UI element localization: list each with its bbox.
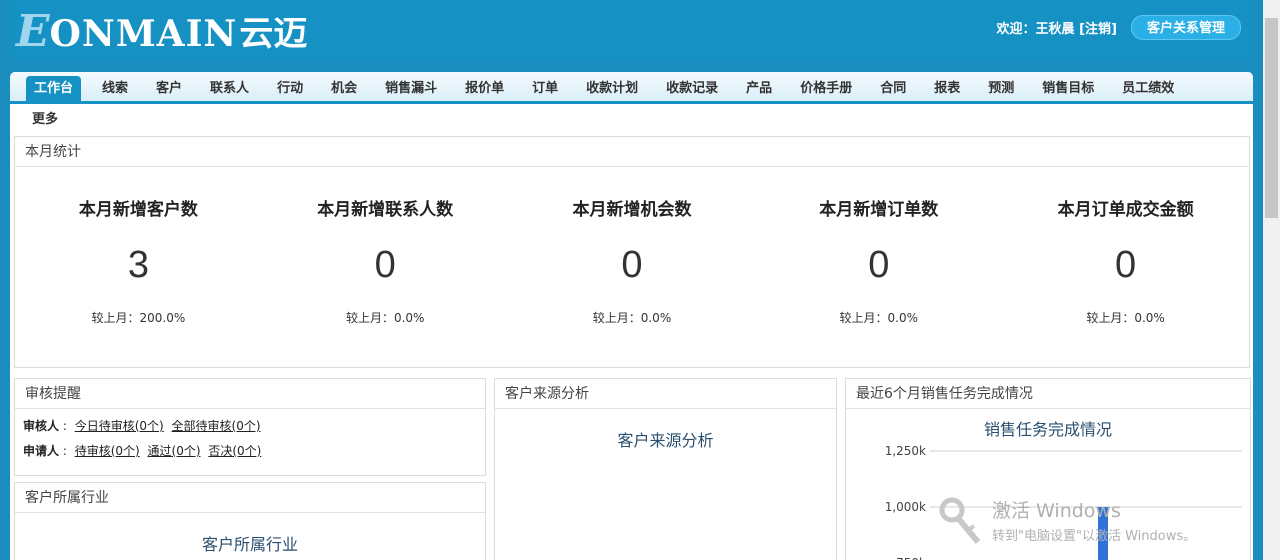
- nav-item-1[interactable]: 线索: [95, 76, 135, 102]
- today-pending-link[interactable]: 今日待审核(0个): [75, 419, 164, 433]
- panel-title: 最近6个月销售任务完成情况: [846, 379, 1250, 409]
- logo-text: ONMAIN: [49, 13, 238, 55]
- industry-panel: 客户所属行业 客户所属行业: [14, 482, 486, 560]
- stat-value: 0: [1115, 244, 1137, 286]
- stat-row: 本月新增客户数 3 较上月：200.0% 本月新增联系人数 0 较上月：0.0% 本月新增机…: [15, 167, 1249, 326]
- panel-title: 本月统计: [15, 137, 1249, 167]
- eonmain-logo[interactable]: E ONMAIN 云迈: [16, 4, 308, 57]
- stat-cmp: 较上月：0.0%: [345, 311, 425, 325]
- panel-title: 审核提醒: [15, 379, 485, 409]
- vertical-scrollbar[interactable]: [1263, 0, 1280, 560]
- y-tick-label: 1,000k: [885, 500, 926, 514]
- app-header: E ONMAIN 云迈 欢迎：王秋晨 [注销] 客户关系管理: [10, 0, 1253, 60]
- nav-item-0[interactable]: 工作台: [26, 76, 82, 102]
- stat-card: 本月新增联系人数 0 较上月：0.0%: [262, 167, 509, 326]
- logout-link[interactable]: [注销]: [1079, 22, 1117, 37]
- monthly-stats-panel: 本月统计 本月新增客户数 3 较上月：200.0% 本月新增联系人数 0 较上月：0.0%…: [14, 136, 1250, 368]
- stat-cmp: 较上月：0.0%: [1086, 311, 1165, 325]
- sales-chart: 销售任务完成情况 1,250k 1,000k 750k: [885, 420, 1242, 560]
- scrollbar-thumb[interactable]: [1265, 18, 1278, 218]
- nav-item-6[interactable]: 销售漏斗: [378, 76, 444, 102]
- audit-reminder-panel: 审核提醒 审核人 : 今日待审核(0个) 全部待审核(0个) 申请人 : 待审核…: [14, 378, 486, 476]
- stat-card: 本月订单成交金额 0 较上月：0.0%: [1002, 167, 1249, 326]
- sales-task-panel: 最近6个月销售任务完成情况 销售任务完成情况 1,250k 1,000k 750k: [845, 378, 1251, 560]
- stat-cmp: 较上月：200.0%: [91, 311, 186, 325]
- stat-label: 本月新增订单数: [819, 200, 939, 220]
- nav-item-2[interactable]: 客户: [149, 76, 189, 102]
- stat-label: 本月新增联系人数: [317, 200, 454, 220]
- rejected-link[interactable]: 否决(0个): [208, 444, 261, 458]
- stat-value: 0: [868, 244, 890, 286]
- nav-item-14[interactable]: 报表: [927, 76, 967, 102]
- panel-title: 客户来源分析: [495, 379, 836, 409]
- crm-button[interactable]: 客户关系管理: [1130, 14, 1241, 40]
- nav-items: 工作台 线索 客户 联系人 行动 机会 销售漏斗 报价单 订单 收款计划 收款记录 产品 价格手册 合同报…: [26, 76, 1195, 102]
- pending-link[interactable]: 待审核(0个): [75, 444, 140, 458]
- stat-card: 本月新增订单数 0 较上月：0.0%: [755, 167, 1002, 326]
- nav-item-4[interactable]: 行动: [270, 76, 310, 102]
- nav-item-9[interactable]: 收款计划: [579, 76, 645, 102]
- nav-item-13[interactable]: 合同: [873, 76, 913, 102]
- nav-item-15[interactable]: 预测: [981, 76, 1021, 102]
- stat-cmp: 较上月：0.0%: [592, 311, 672, 325]
- stat-label: 本月订单成交金额: [1057, 200, 1194, 220]
- sales-chart-title: 销售任务完成情况: [984, 420, 1112, 439]
- nav-item-12[interactable]: 价格手册: [793, 76, 859, 102]
- stat-card: 本月新增客户数 3 较上月：200.0%: [15, 167, 262, 326]
- stat-value: 0: [374, 244, 396, 286]
- nav-item-10[interactable]: 收款记录: [659, 76, 725, 102]
- stat-label: 本月新增机会数: [572, 200, 692, 220]
- applicant-label: 申请人: [23, 444, 60, 458]
- y-tick-label: 1,250k: [885, 444, 926, 458]
- source-chart-title: 客户来源分析: [617, 431, 714, 450]
- stat-card: 本月新增机会数 0 较上月：0.0%: [509, 167, 756, 326]
- reviewer-label: 审核人: [23, 419, 60, 433]
- passed-link[interactable]: 通过(0个): [148, 444, 201, 458]
- nav-item-11[interactable]: 产品: [739, 76, 779, 102]
- applicant-row: 申请人 : 待审核(0个) 通过(0个) 否决(0个): [23, 444, 262, 458]
- reviewer-row: 审核人 : 今日待审核(0个) 全部待审核(0个): [23, 419, 261, 433]
- nav-item-3[interactable]: 联系人: [203, 76, 256, 102]
- main-nav: 工作台 线索 客户 联系人 行动 机会 销售漏斗 报价单 订单 收款计划 收款记录 产品 价格手册 合同报…: [10, 72, 1253, 104]
- stat-cmp: 较上月：0.0%: [839, 311, 919, 325]
- industry-chart-title: 客户所属行业: [201, 535, 298, 554]
- sales-bar: [1098, 507, 1108, 560]
- logo-cn: 云迈: [239, 14, 308, 54]
- nav-item-16[interactable]: 销售目标: [1035, 76, 1101, 102]
- user-area: 欢迎：王秋晨 [注销] 客户关系管理: [997, 14, 1241, 40]
- stat-value: 0: [621, 244, 643, 286]
- stat-label: 本月新增客户数: [78, 200, 198, 220]
- y-tick-label: 750k: [896, 556, 926, 560]
- main-panel: 工作台 线索 客户 联系人 行动 机会 销售漏斗 报价单 订单 收款计划 收款记录 产品 价格手册 合同报…: [10, 72, 1253, 560]
- nav-item-5[interactable]: 机会: [324, 76, 364, 102]
- logo-e: E: [16, 6, 50, 57]
- stat-value: 3: [127, 244, 149, 286]
- welcome-user: 欢迎：王秋晨: [996, 21, 1075, 37]
- welcome-text: 欢迎：王秋晨 [注销]: [997, 18, 1117, 37]
- nav-item-17[interactable]: 员工绩效: [1115, 76, 1181, 102]
- nav-item-7[interactable]: 报价单: [458, 76, 511, 102]
- nav-more[interactable]: 更多: [32, 108, 58, 127]
- panel-title: 客户所属行业: [15, 483, 485, 513]
- all-pending-link[interactable]: 全部待审核(0个): [172, 419, 261, 433]
- customer-source-panel: 客户来源分析 客户来源分析: [494, 378, 837, 560]
- nav-item-8[interactable]: 订单: [525, 76, 565, 102]
